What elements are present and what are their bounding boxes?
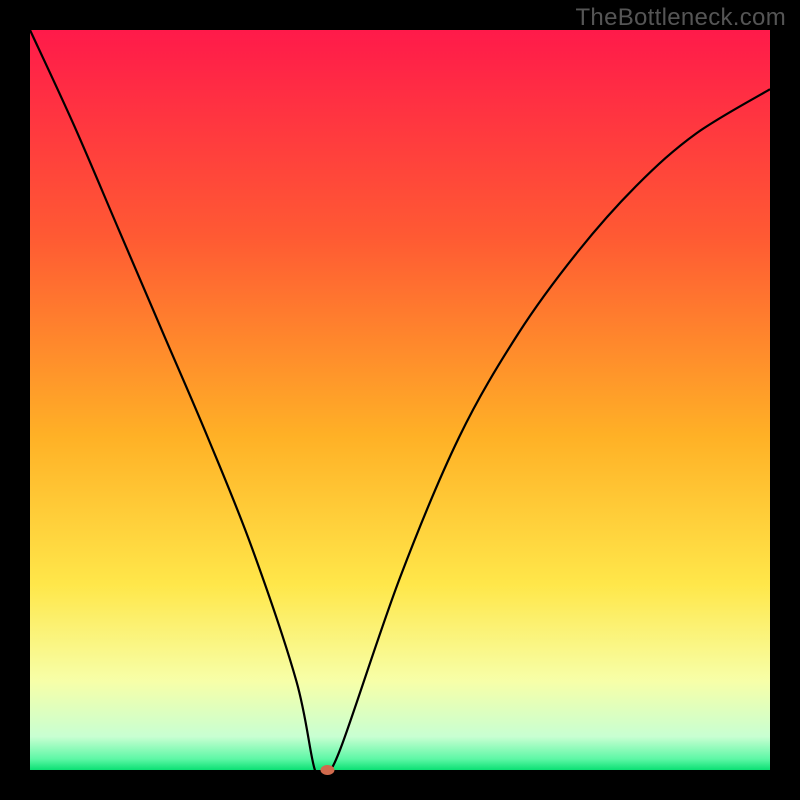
optimum-marker (320, 765, 334, 775)
bottleneck-plot (0, 0, 800, 800)
plot-background (30, 30, 770, 770)
chart-frame: TheBottleneck.com (0, 0, 800, 800)
